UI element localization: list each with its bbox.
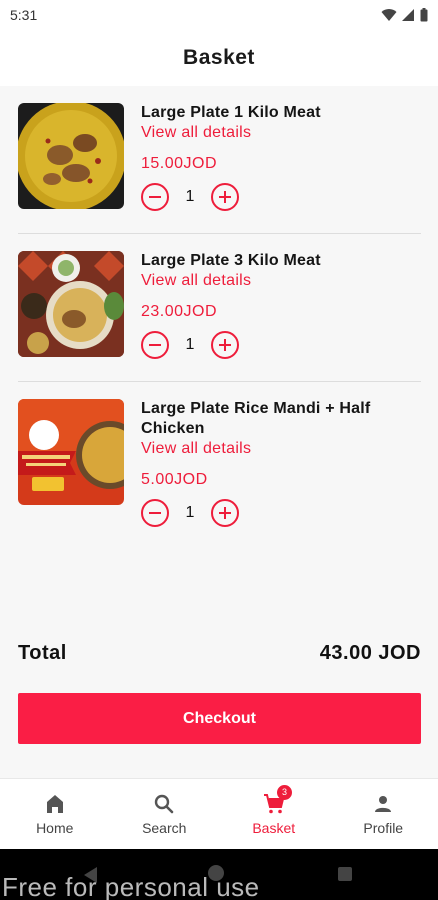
nav-item-profile[interactable]: Profile: [329, 779, 438, 849]
status-bar: 5:31: [0, 0, 438, 30]
search-icon: [155, 794, 174, 814]
basket-list: Large Plate 1 Kilo Meat View all details…: [0, 86, 438, 778]
watermark: Free for personal use: [2, 872, 260, 900]
wifi-icon: [381, 9, 397, 21]
nav-label: Search: [142, 820, 187, 836]
battery-icon: [420, 8, 428, 22]
minus-icon: [149, 512, 161, 514]
decrease-quantity-button[interactable]: [141, 183, 169, 211]
quantity-value: 1: [185, 188, 195, 205]
nav-item-home[interactable]: Home: [0, 779, 110, 849]
bottom-nav: Home Search 3 Basket Profile: [0, 778, 438, 849]
person-icon: [375, 796, 392, 812]
quantity-stepper: 1: [141, 499, 421, 527]
item-price: 15.00JOD: [141, 155, 218, 172]
divider: [18, 381, 421, 382]
item-price: 5.00JOD: [141, 471, 208, 488]
total-label: Total: [18, 642, 67, 664]
status-icons: [381, 8, 428, 22]
quantity-value: 1: [185, 504, 195, 521]
item-image[interactable]: [18, 103, 124, 209]
view-details-link[interactable]: View all details: [141, 271, 421, 291]
item-name: Large Plate Rice Mandi + Half Chicken: [141, 400, 371, 437]
item-name: Large Plate 1 Kilo Meat: [141, 104, 321, 121]
increase-quantity-button[interactable]: [211, 183, 239, 211]
item-info: Large Plate 3 Kilo Meat View all details…: [141, 251, 421, 359]
cart-count-badge: 3: [277, 785, 292, 800]
total-value: 43.00 JOD: [319, 642, 421, 664]
nav-label: Profile: [363, 820, 404, 836]
increase-quantity-button[interactable]: [211, 499, 239, 527]
nav-label: Home: [36, 820, 74, 836]
item-price: 23.00JOD: [141, 303, 218, 320]
item-info: Large Plate Rice Mandi + Half Chicken Vi…: [141, 399, 421, 527]
quantity-stepper: 1: [141, 183, 421, 211]
view-details-link[interactable]: View all details: [141, 439, 421, 459]
item-name: Large Plate 3 Kilo Meat: [141, 252, 321, 269]
nav-item-basket[interactable]: 3 Basket: [219, 779, 329, 849]
nav-item-search[interactable]: Search: [110, 779, 220, 849]
item-image[interactable]: [18, 399, 124, 505]
nav-label: Basket: [252, 820, 296, 836]
decrease-quantity-button[interactable]: [141, 331, 169, 359]
page-title: Basket: [183, 46, 255, 69]
recent-apps-icon[interactable]: [338, 867, 352, 881]
divider: [18, 233, 421, 234]
checkout-button[interactable]: Checkout: [18, 693, 421, 744]
app-header: Basket: [0, 30, 438, 86]
item-info: Large Plate 1 Kilo Meat View all details…: [141, 103, 421, 211]
minus-icon: [149, 196, 161, 198]
item-image[interactable]: [18, 251, 124, 357]
quantity-value: 1: [185, 336, 195, 353]
quantity-stepper: 1: [141, 331, 421, 359]
increase-quantity-button[interactable]: [211, 331, 239, 359]
view-details-link[interactable]: View all details: [141, 123, 421, 143]
minus-icon: [149, 344, 161, 346]
decrease-quantity-button[interactable]: [141, 499, 169, 527]
home-icon: [46, 795, 63, 813]
status-time: 5:31: [10, 7, 38, 23]
total-row: Total 43.00 JOD: [18, 642, 421, 665]
signal-icon: [402, 9, 414, 21]
